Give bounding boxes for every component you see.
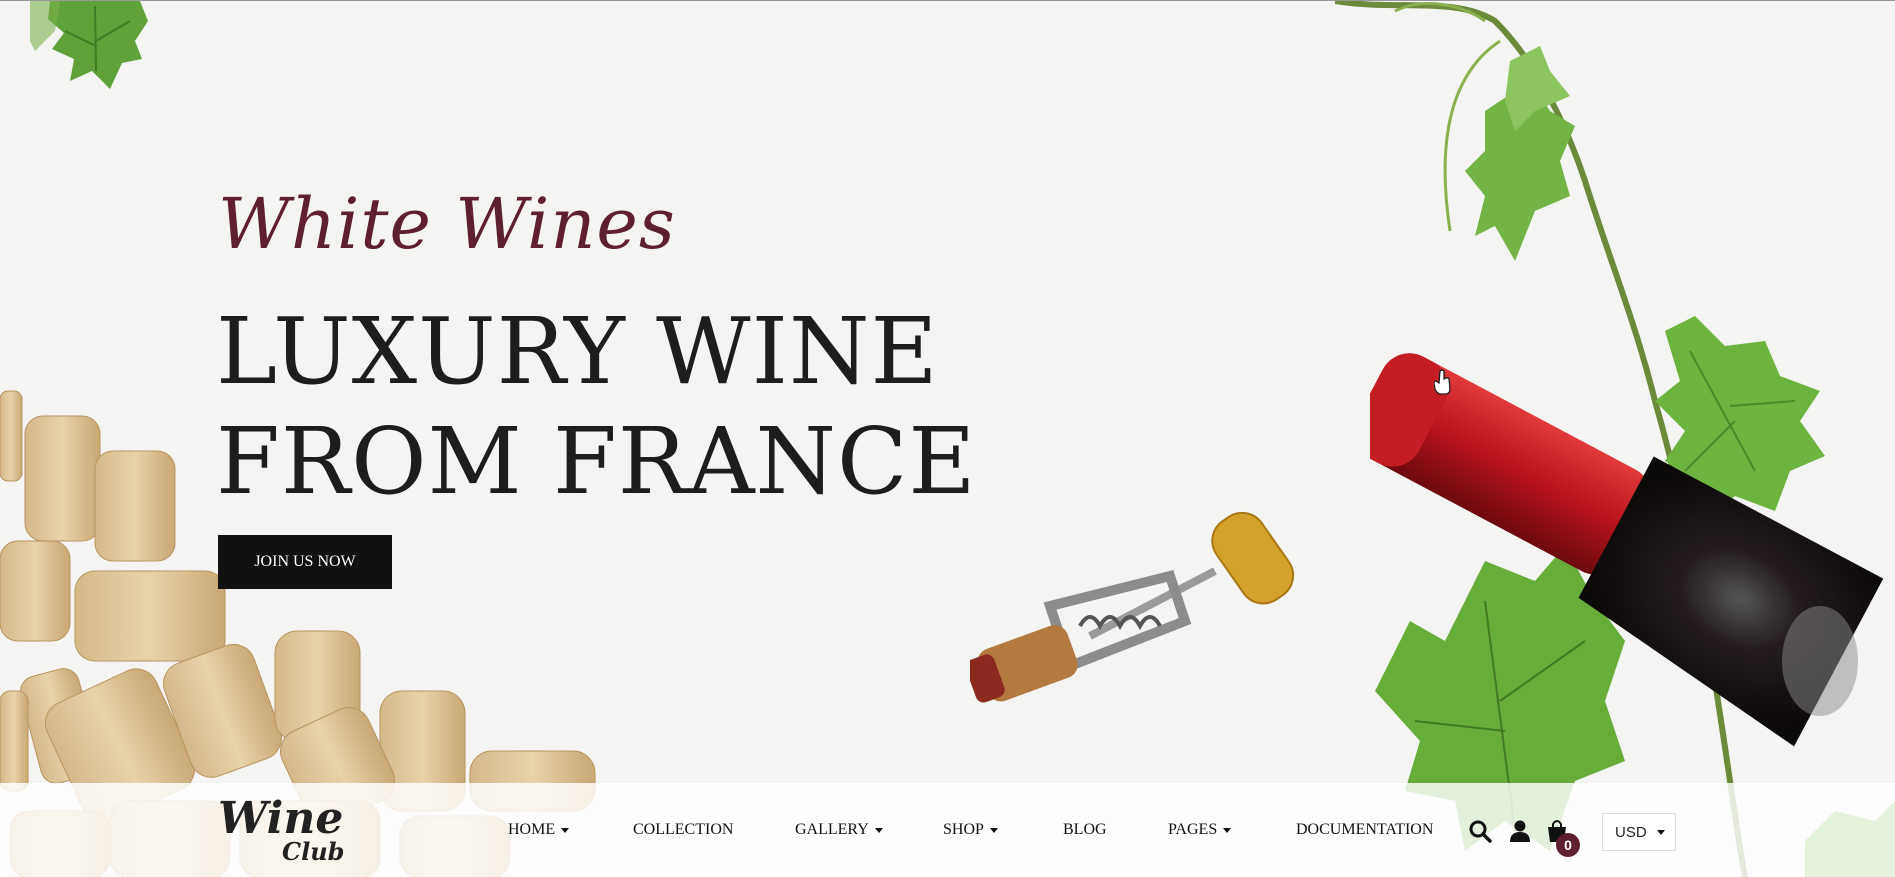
hero-headline: LUXURY WINE FROM FRANCE (216, 297, 977, 517)
nav-item-gallery[interactable]: GALLERY (795, 821, 883, 839)
wine-bottle-decoration (1370, 353, 1884, 747)
join-us-now-button[interactable]: JOIN US NOW (218, 535, 392, 589)
chevron-down-icon (874, 827, 883, 833)
nav-item-collection[interactable]: COLLECTION (633, 821, 733, 839)
corkscrew-decoration (970, 511, 1295, 703)
currency-select[interactable]: USD (1602, 813, 1676, 851)
hand-cursor-icon (1434, 369, 1451, 395)
hero-banner: White Wines LUXURY WINE FROM FRANCE JOIN… (0, 0, 1895, 877)
chevron-down-icon (1223, 827, 1232, 833)
nav-item-collection-label: COLLECTION (633, 821, 734, 838)
nav-item-blog-label: BLOG (1063, 821, 1107, 838)
search-icon[interactable] (1468, 819, 1492, 843)
nav-item-blog[interactable]: BLOG (1063, 821, 1107, 839)
nav-item-documentation[interactable]: DOCUMENTATION (1296, 821, 1433, 839)
nav-item-shop-label: SHOP (943, 821, 984, 838)
logo-club: Club (282, 837, 345, 866)
hero-headline-line-2: FROM FRANCE (216, 408, 977, 515)
nav-item-documentation-label: DOCUMENTATION (1296, 821, 1434, 838)
hero-headline-line-1: LUXURY WINE (216, 298, 939, 405)
currency-selected-value: USD (1615, 823, 1647, 841)
chevron-down-icon (1657, 830, 1665, 835)
nav-item-shop[interactable]: SHOP (943, 821, 998, 839)
hero-subtitle: White Wines (218, 183, 676, 265)
nav-item-pages[interactable]: PAGES (1168, 821, 1232, 839)
grape-leaf-decoration (30, 1, 148, 89)
chevron-down-icon (989, 827, 998, 833)
nav-item-home[interactable]: HOME (508, 821, 570, 839)
chevron-down-icon (561, 827, 570, 833)
nav-item-home-label: HOME (508, 821, 556, 838)
main-navbar: Wine Club HOME COLLECTION GALLERY SHOP B… (0, 783, 1895, 877)
nav-item-pages-label: PAGES (1168, 821, 1218, 838)
wine-club-logo[interactable]: Wine Club (218, 793, 348, 873)
nav-item-gallery-label: GALLERY (795, 821, 869, 838)
cart-count-badge: 0 (1556, 833, 1580, 857)
user-icon[interactable] (1508, 819, 1532, 843)
